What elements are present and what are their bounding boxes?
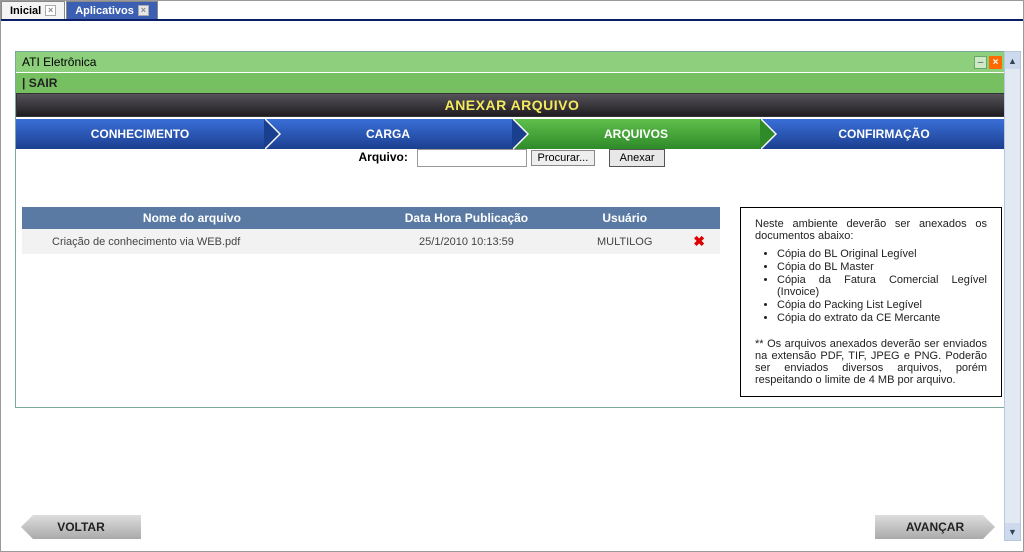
upload-row: Arquivo: Procurar... Anexar <box>16 149 1008 167</box>
step-carga[interactable]: CARGA <box>264 119 512 149</box>
arquivo-label: Arquivo: <box>359 150 408 164</box>
scroll-up-icon[interactable]: ▲ <box>1005 52 1020 69</box>
delete-icon[interactable]: ✖ <box>693 233 705 249</box>
list-item: Cópia do BL Master <box>777 261 987 273</box>
sair-bar[interactable]: | SAIR <box>16 72 1008 93</box>
tab-label: Aplicativos <box>75 5 134 17</box>
vertical-scrollbar[interactable]: ▲ ▼ <box>1004 51 1021 541</box>
content-area: ATI Eletrônica – × | SAIR ANEXAR ARQUIVO… <box>1 21 1023 551</box>
wizard-steps: CONHECIMENTO CARGA ARQUIVOS CONFIRMAÇÃO <box>16 119 1008 149</box>
step-label: CARGA <box>366 127 410 141</box>
voltar-button[interactable]: VOLTAR <box>21 515 141 539</box>
col-nome: Nome do arquivo <box>22 207 362 229</box>
step-label: ARQUIVOS <box>604 127 668 141</box>
list-item: Cópia da Fatura Comercial Legível (Invoi… <box>777 274 987 298</box>
button-label: AVANÇAR <box>906 520 964 534</box>
close-icon[interactable]: × <box>138 5 149 16</box>
info-note: ** Os arquivos anexados deverão ser envi… <box>755 338 987 386</box>
sair-label: | SAIR <box>22 76 57 90</box>
app-window: Inicial × Aplicativos × ATI Eletrônica –… <box>0 0 1024 552</box>
table-header-row: Nome do arquivo Data Hora Publicação Usu… <box>22 207 720 229</box>
list-item: Cópia do extrato da CE Mercante <box>777 312 987 324</box>
close-icon[interactable]: × <box>989 56 1002 69</box>
tabs-bar: Inicial × Aplicativos × <box>1 1 1023 21</box>
col-action <box>678 207 720 229</box>
procurar-button[interactable]: Procurar... <box>531 150 596 166</box>
footer-buttons: VOLTAR AVANÇAR <box>21 515 995 539</box>
close-icon[interactable]: × <box>45 5 56 16</box>
panel-title-bar: ATI Eletrônica – × <box>16 52 1008 72</box>
info-intro: Neste ambiente deverão ser anexados os d… <box>755 218 987 242</box>
section-header: ANEXAR ARQUIVO <box>16 93 1008 117</box>
scroll-down-icon[interactable]: ▼ <box>1005 523 1020 540</box>
cell-usuario: MULTILOG <box>571 229 678 254</box>
main-panel: ATI Eletrônica – × | SAIR ANEXAR ARQUIVO… <box>15 51 1009 408</box>
info-list: Cópia do BL Original Legível Cópia do BL… <box>777 248 987 324</box>
scroll-track[interactable] <box>1005 69 1020 523</box>
file-table: Nome do arquivo Data Hora Publicação Usu… <box>22 207 720 254</box>
arquivo-input[interactable] <box>417 149 527 167</box>
main-body: Nome do arquivo Data Hora Publicação Usu… <box>16 187 1008 407</box>
list-item: Cópia do Packing List Legível <box>777 299 987 311</box>
tab-inicial[interactable]: Inicial × <box>1 1 65 19</box>
anexar-button[interactable]: Anexar <box>609 149 666 167</box>
step-label: CONHECIMENTO <box>91 127 189 141</box>
section-title: ANEXAR ARQUIVO <box>445 97 580 113</box>
button-label: VOLTAR <box>57 520 105 534</box>
step-conhecimento[interactable]: CONHECIMENTO <box>16 119 264 149</box>
avancar-button[interactable]: AVANÇAR <box>875 515 995 539</box>
col-usuario: Usuário <box>571 207 678 229</box>
cell-data: 25/1/2010 10:13:59 <box>362 229 571 254</box>
col-data: Data Hora Publicação <box>362 207 571 229</box>
file-list-column: Nome do arquivo Data Hora Publicação Usu… <box>22 207 720 397</box>
tab-aplicativos[interactable]: Aplicativos × <box>66 1 158 19</box>
step-confirmacao[interactable]: CONFIRMAÇÃO <box>760 119 1008 149</box>
cell-nome: Criação de conhecimento via WEB.pdf <box>22 229 362 254</box>
info-box: Neste ambiente deverão ser anexados os d… <box>740 207 1002 397</box>
info-column: Neste ambiente deverão ser anexados os d… <box>740 207 1002 397</box>
panel-controls: – × <box>974 56 1002 69</box>
tab-label: Inicial <box>10 5 41 17</box>
minimize-icon[interactable]: – <box>974 56 987 69</box>
step-label: CONFIRMAÇÃO <box>838 127 929 141</box>
table-row: Criação de conhecimento via WEB.pdf 25/1… <box>22 229 720 254</box>
step-arquivos[interactable]: ARQUIVOS <box>512 119 760 149</box>
list-item: Cópia do BL Original Legível <box>777 248 987 260</box>
cell-delete: ✖ <box>678 229 720 254</box>
panel-title: ATI Eletrônica <box>22 55 96 69</box>
